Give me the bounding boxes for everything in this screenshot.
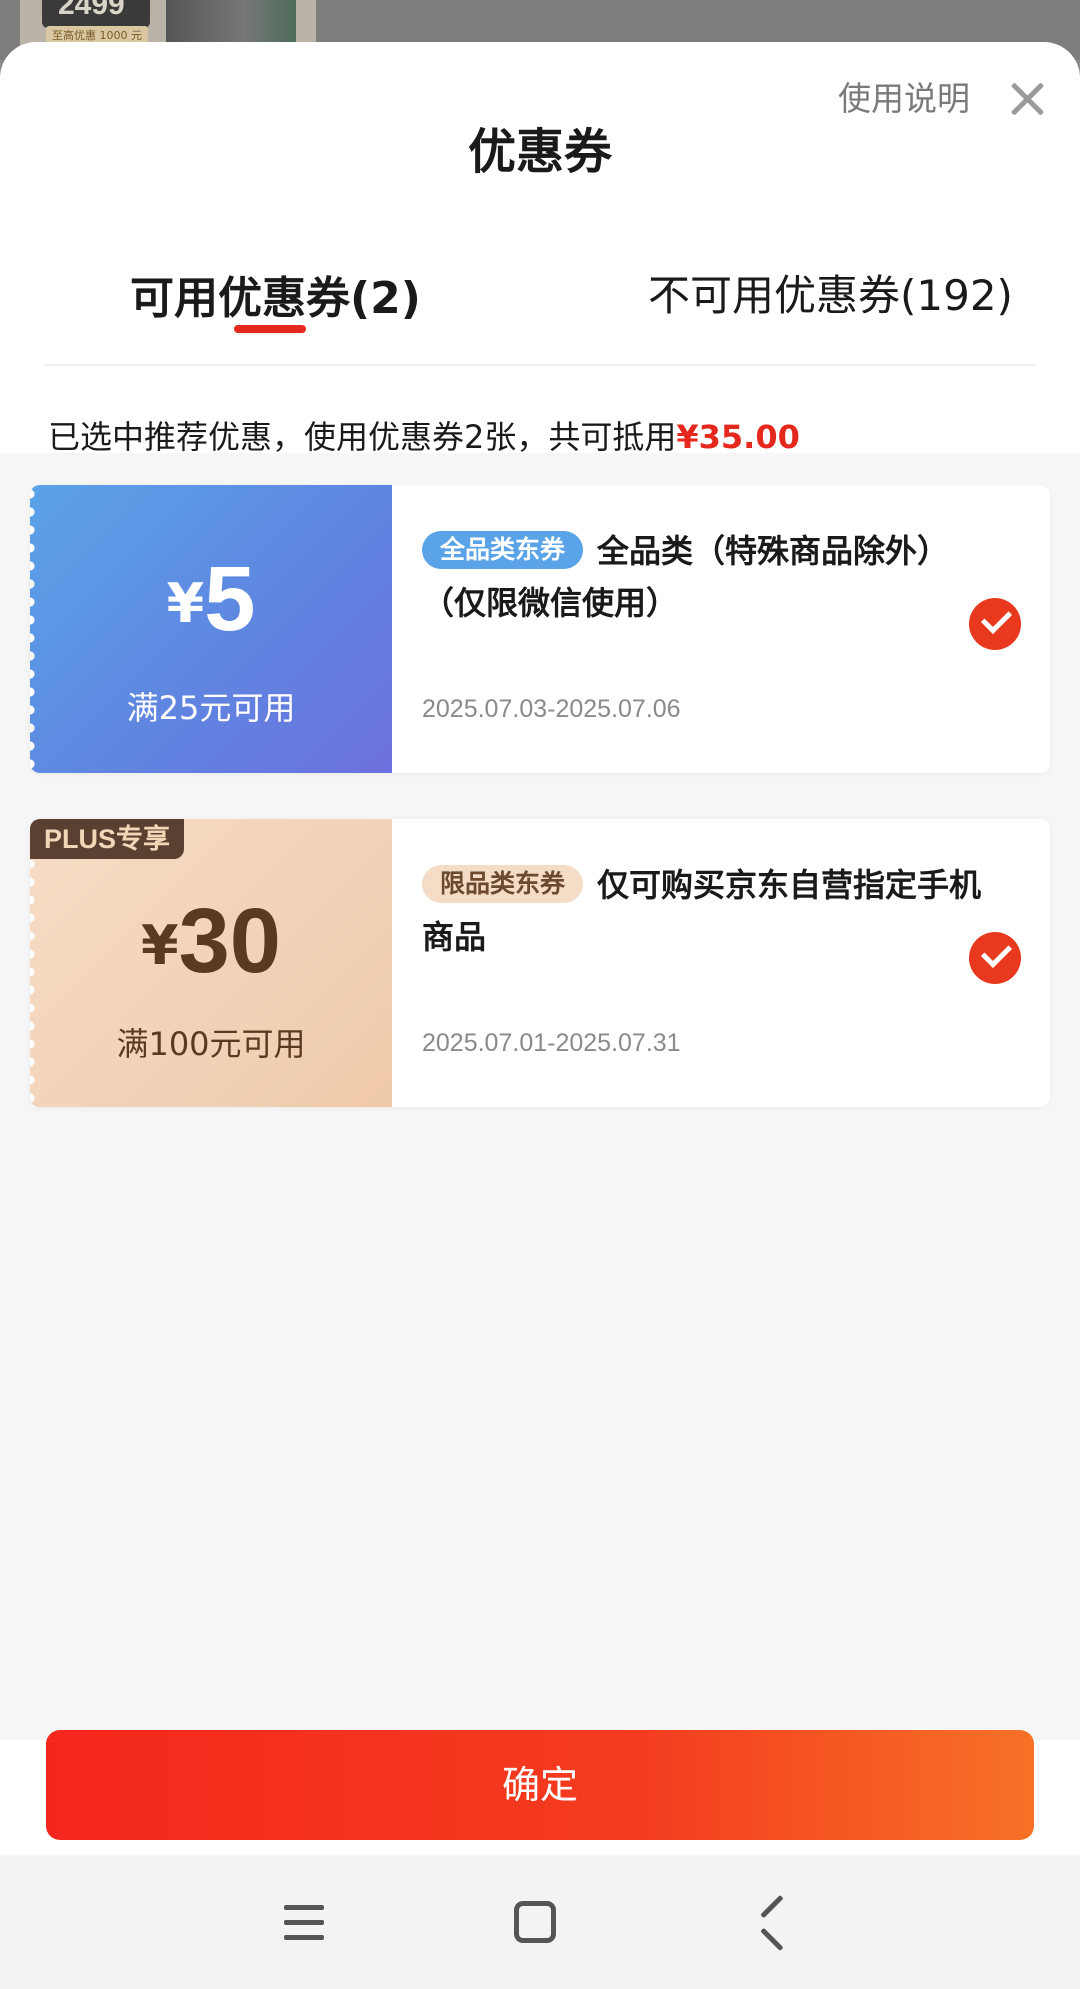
check-icon[interactable] [969,598,1021,650]
coupon-condition: 满25元可用 [126,689,296,727]
close-icon[interactable] [1010,82,1044,116]
active-tab-indicator [234,325,306,333]
coupon-tag: 限品类东券 [422,865,584,903]
tab-available-coupons[interactable]: 可用优惠券(2) [130,262,421,326]
selection-summary: 已选中推荐优惠，使用优惠券2张，共可抵用¥35.00 [48,412,800,458]
coupon-body: 全品类东券 全品类（特殊商品除外）（仅限微信使用） [422,525,982,629]
back-icon[interactable] [758,1905,788,1941]
background-price: 2499 [58,0,125,21]
coupon-stub: ¥5 满25元可用 [30,485,392,773]
coupon-body: 限品类东券 仅可购买京东自营指定手机商品 [422,859,982,963]
coupon-value: ¥5 [30,547,392,652]
coupon-date-range: 2025.07.01-2025.07.31 [422,1029,681,1057]
home-icon[interactable] [514,1901,556,1943]
sheet-title: 优惠券 [467,124,612,180]
menu-icon[interactable] [284,1905,324,1941]
summary-amount: ¥35.00 [676,418,800,456]
coupon-value: ¥30 [30,889,392,994]
coupon-description: 限品类东券 仅可购买京东自营指定手机商品 [422,859,982,963]
tabs-divider [44,364,1036,366]
coupon-card[interactable]: ¥30 满100元可用 PLUS专享 限品类东券 仅可购买京东自营指定手机商品 2… [30,819,1050,1107]
coupon-stub: ¥30 满100元可用 [30,819,392,1107]
confirm-button[interactable]: 确定 [46,1730,1034,1840]
tab-unavailable-coupons[interactable]: 不可用优惠券(192) [648,262,1013,323]
usage-instructions-link[interactable]: 使用说明 [838,72,970,120]
coupon-condition: 满100元可用 [116,1025,306,1063]
coupon-card[interactable]: ¥5 满25元可用 全品类东券 全品类（特殊商品除外）（仅限微信使用） 2025.… [30,485,1050,773]
plus-exclusive-badge: PLUS专享 [30,819,185,859]
coupon-description: 全品类东券 全品类（特殊商品除外）（仅限微信使用） [422,525,982,629]
summary-text: 已选中推荐优惠，使用优惠券2张，共可抵用 [48,418,677,456]
currency-symbol: ¥ [166,572,205,635]
currency-symbol: ¥ [141,914,179,977]
coupon-amount: 5 [204,548,256,650]
coupon-amount: 30 [178,890,281,992]
check-icon[interactable] [969,932,1021,984]
system-navigation-bar [0,1855,1080,1989]
coupon-date-range: 2025.07.03-2025.07.06 [422,695,681,723]
coupon-tag: 全品类东券 [422,531,584,569]
